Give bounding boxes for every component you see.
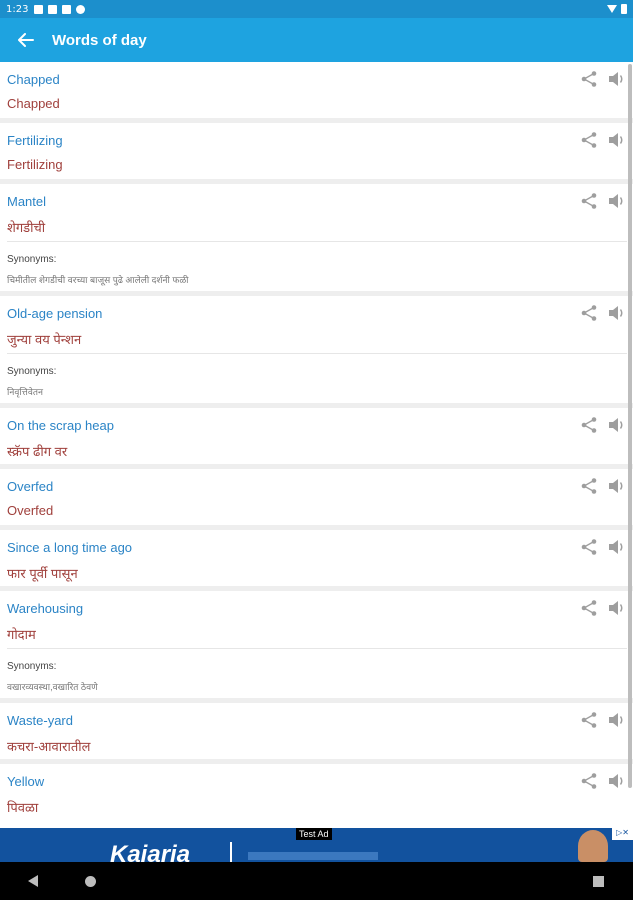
share-icon[interactable] <box>580 70 598 88</box>
back-button[interactable] <box>0 18 52 62</box>
synonyms-label: Synonyms: <box>7 661 57 672</box>
word-card: Since a long time ago फार पूर्वी पासून <box>0 530 633 586</box>
speaker-icon[interactable] <box>607 477 627 495</box>
meaning-text: Fertilizing <box>7 157 63 172</box>
speaker-icon[interactable] <box>607 192 627 210</box>
meaning-text: गोदाम <box>7 627 36 642</box>
status-bar: 1:23 <box>0 0 633 18</box>
meaning-text: Overfed <box>7 503 54 518</box>
synonyms-text: चिमीतील शेगडीची वरच्या बाजूस पुढे आलेली … <box>7 275 189 285</box>
meaning-text: शेगडीची <box>7 220 46 235</box>
speaker-icon[interactable] <box>607 131 627 149</box>
system-nav-bar <box>0 862 633 900</box>
word-card: Chapped Chapped <box>0 62 633 118</box>
word-text[interactable]: Old-age pension <box>7 306 102 321</box>
ad-info-icon[interactable]: ▷✕ <box>612 828 633 840</box>
ad-divider <box>230 842 232 862</box>
battery-icon <box>621 4 627 14</box>
share-icon[interactable] <box>580 304 598 322</box>
word-text[interactable]: On the scrap heap <box>7 418 114 433</box>
word-card: Overfed Overfed <box>0 469 633 525</box>
speaker-icon[interactable] <box>607 599 627 617</box>
speaker-icon[interactable] <box>607 711 627 729</box>
meaning-text: Chapped <box>7 96 60 111</box>
sim-card-icon <box>62 4 72 14</box>
synonyms-label: Synonyms: <box>7 366 57 377</box>
share-icon[interactable] <box>580 192 598 210</box>
meaning-text: स्क्रॅप ढीग वर <box>7 444 68 459</box>
meaning-text: फार पूर्वी पासून <box>7 566 78 581</box>
meaning-text: जुन्या वय पेन्शन <box>7 332 82 347</box>
notification-icon <box>48 4 58 14</box>
speaker-icon[interactable] <box>607 538 627 556</box>
word-card: Yellow पिवळा <box>0 764 633 828</box>
word-card: Waste-yard कचरा-आवारातील <box>0 703 633 759</box>
word-card: Mantel शेगडीची Synonyms: चिमीतील शेगडीची… <box>0 184 633 291</box>
nav-recents-icon[interactable] <box>593 876 604 887</box>
divider <box>7 353 627 354</box>
share-icon[interactable] <box>580 538 598 556</box>
word-text[interactable]: Warehousing <box>7 601 83 616</box>
synonyms-text: निवृत्तिवेतन <box>7 387 44 397</box>
speaker-icon[interactable] <box>607 70 627 88</box>
ad-tagline <box>248 852 378 860</box>
word-card: Warehousing गोदाम Synonyms: वखारव्यवस्था… <box>0 591 633 698</box>
word-list[interactable]: Chapped Chapped Fertilizing Fertilizing … <box>0 62 633 828</box>
share-icon[interactable] <box>580 131 598 149</box>
word-card: Old-age pension जुन्या वय पेन्शन Synonym… <box>0 296 633 403</box>
synonyms-text: वखारव्यवस्था,वखारित ठेवणे <box>7 682 98 692</box>
word-text[interactable]: Waste-yard <box>7 713 73 728</box>
scrollbar[interactable] <box>628 64 632 788</box>
share-icon[interactable] <box>580 477 598 495</box>
word-text[interactable]: Mantel <box>7 194 46 209</box>
ad-banner[interactable]: Test Ad Kajaria ▷✕ <box>0 828 633 862</box>
word-text[interactable]: Yellow <box>7 774 44 789</box>
word-text[interactable]: Since a long time ago <box>7 540 132 555</box>
speaker-icon[interactable] <box>607 772 627 790</box>
word-text[interactable]: Fertilizing <box>7 133 63 148</box>
share-icon[interactable] <box>580 416 598 434</box>
arrow-left-icon <box>18 33 34 47</box>
share-icon[interactable] <box>580 599 598 617</box>
word-text[interactable]: Overfed <box>7 479 53 494</box>
word-card: On the scrap heap स्क्रॅप ढीग वर <box>0 408 633 464</box>
synonyms-label: Synonyms: <box>7 254 57 265</box>
notification-icon <box>34 4 44 14</box>
ad-label: Test Ad <box>296 828 332 840</box>
app-bar: Words of day <box>0 18 633 62</box>
ad-person-image <box>578 830 608 862</box>
nav-home-icon[interactable] <box>85 876 96 887</box>
ad-brand-logo: Kajaria <box>110 841 191 862</box>
meaning-text: कचरा-आवारातील <box>7 739 91 754</box>
share-icon[interactable] <box>580 772 598 790</box>
share-icon[interactable] <box>580 711 598 729</box>
data-saver-icon <box>76 4 86 14</box>
wifi-icon <box>607 5 617 13</box>
status-time: 1:23 <box>6 3 29 15</box>
divider <box>7 648 627 649</box>
speaker-icon[interactable] <box>607 304 627 322</box>
divider <box>7 241 627 242</box>
page-title: Words of day <box>52 31 147 49</box>
speaker-icon[interactable] <box>607 416 627 434</box>
meaning-text: पिवळा <box>7 800 39 815</box>
word-text[interactable]: Chapped <box>7 72 60 87</box>
word-card: Fertilizing Fertilizing <box>0 123 633 179</box>
nav-back-icon[interactable] <box>28 875 38 887</box>
